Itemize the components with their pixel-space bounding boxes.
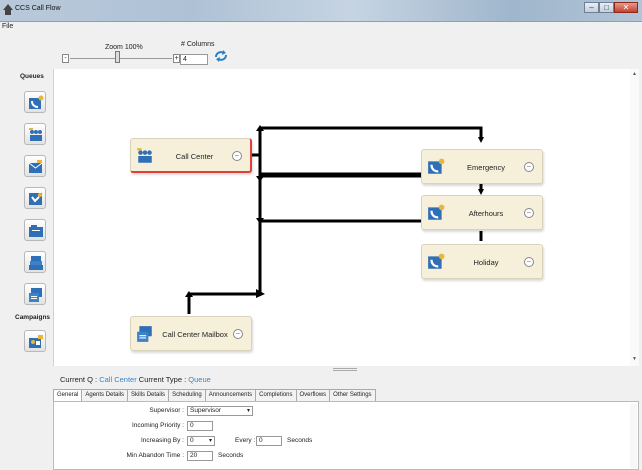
seconds-label-2: Seconds [218, 452, 244, 459]
zoom-out-button[interactable]: - [62, 54, 69, 63]
scroll-up-icon[interactable]: ▲ [632, 71, 637, 77]
toolbar: Zoom 100% - + # Columns 4 [0, 35, 642, 69]
every-label: Every : [235, 437, 256, 444]
close-button[interactable]: ✕ [614, 2, 638, 13]
every-input[interactable]: 0 [256, 436, 282, 446]
increasing-by-row: Increasing By : 0 Every : 0 Seconds [54, 436, 640, 449]
tab-completions[interactable]: Completions [255, 389, 297, 401]
columns-input[interactable]: 4 [180, 54, 208, 65]
tab-agents-details[interactable]: Agents Details [81, 389, 129, 401]
stack-queue-icon [29, 256, 43, 270]
supervisor-row: Supervisor : Supervisor [54, 406, 640, 419]
agents-queue-icon [137, 148, 152, 163]
tab-overflows[interactable]: Overflows [295, 389, 331, 401]
window-title: CCS Call Flow [15, 5, 61, 12]
zoom-label: Zoom 100% [105, 44, 143, 51]
collapse-icon[interactable]: – [232, 151, 242, 161]
panel-splitter[interactable] [53, 366, 639, 371]
queue-tool-callback[interactable] [24, 187, 46, 209]
node-afterhours[interactable]: Afterhours – [421, 195, 543, 230]
app-icon [3, 4, 13, 15]
incoming-priority-label: Incoming Priority : [131, 422, 184, 429]
queue-tool-mail[interactable] [24, 155, 46, 177]
mailbox-queue-icon [29, 288, 42, 302]
maximize-button[interactable]: □ [599, 2, 614, 13]
campaigns-header: Campaigns [15, 314, 51, 321]
node-label: Call Center Mailbox [162, 330, 228, 339]
queue-tool-folder[interactable] [24, 219, 46, 241]
collapse-icon[interactable]: – [524, 257, 534, 267]
title-bar: CCS Call Flow – □ ✕ [0, 0, 642, 22]
canvas-scrollbar[interactable]: ▲ ▼ [630, 69, 639, 366]
phone-queue-icon [428, 253, 445, 269]
queues-header: Queues [20, 73, 44, 80]
tab-other-settings[interactable]: Other Settings [329, 389, 376, 401]
zoom-slider-thumb[interactable] [115, 51, 120, 63]
menu-bar: File [0, 22, 642, 35]
agents-queue-icon [29, 128, 42, 141]
min-abandon-input[interactable]: 20 [187, 451, 213, 461]
tab-skills-details[interactable]: Skills Details [127, 389, 170, 401]
collapse-icon[interactable]: – [524, 162, 534, 172]
increasing-by-label: Increasing By : [141, 437, 184, 444]
campaign-icon [29, 335, 43, 348]
zoom-in-button[interactable]: + [173, 54, 180, 63]
current-type-value: Queue [188, 375, 211, 384]
incoming-priority-row: Incoming Priority : 0 [54, 421, 640, 434]
current-type-label: Current Type : [138, 375, 187, 384]
refresh-icon[interactable] [213, 48, 229, 64]
columns-label: # Columns [181, 41, 215, 48]
current-info: Current Q : Call Center Current Type : Q… [60, 375, 211, 384]
node-emergency[interactable]: Emergency – [421, 149, 543, 184]
zoom-slider-track[interactable] [70, 58, 172, 59]
left-toolbox: Queues Campaigns [15, 69, 53, 366]
general-panel: Supervisor : Supervisor Incoming Priorit… [53, 401, 639, 470]
node-label: Afterhours [468, 209, 504, 218]
collapse-icon[interactable]: – [524, 208, 534, 218]
mailbox-queue-icon [137, 326, 152, 342]
splitter-grip-icon[interactable] [333, 368, 357, 371]
min-abandon-row: Min Abandon Time : 20 Seconds [54, 451, 640, 464]
queue-tool-phone[interactable] [24, 91, 46, 113]
current-q-value: Call Center [99, 375, 137, 384]
collapse-icon[interactable]: – [233, 329, 243, 339]
seconds-label-1: Seconds [287, 437, 313, 444]
phone-queue-icon [428, 204, 445, 220]
supervisor-label: Supervisor : [149, 407, 184, 414]
panel-scrollbar[interactable] [630, 404, 637, 468]
phone-queue-icon [29, 95, 44, 109]
scroll-down-icon[interactable]: ▼ [632, 356, 637, 362]
folder-queue-icon [29, 225, 43, 237]
node-label: Holiday [473, 258, 499, 267]
increasing-by-select[interactable]: 0 [187, 436, 215, 446]
minimize-button[interactable]: – [584, 2, 599, 13]
window-controls: – □ ✕ [584, 2, 638, 13]
supervisor-select[interactable]: Supervisor [187, 406, 253, 416]
flow-canvas[interactable]: Call Center – Emergency – Afterhours – H… [53, 69, 639, 366]
queue-tool-mailbox[interactable] [24, 283, 46, 305]
incoming-priority-input[interactable]: 0 [187, 421, 213, 431]
tab-announcements[interactable]: Announcements [204, 389, 257, 401]
min-abandon-label: Min Abandon Time : [126, 452, 184, 459]
node-label: Call Center [175, 152, 214, 161]
node-call-center[interactable]: Call Center – [130, 138, 252, 173]
node-holiday[interactable]: Holiday – [421, 244, 543, 279]
queue-tool-agents[interactable] [24, 123, 46, 145]
menu-file[interactable]: File [2, 23, 13, 30]
tab-general[interactable]: General [53, 389, 83, 401]
queue-tool-stack[interactable] [24, 251, 46, 273]
settings-tabs: General Agents Details Skills Details Sc… [53, 389, 376, 401]
node-call-center-mailbox[interactable]: Call Center Mailbox – [130, 316, 252, 351]
mail-queue-icon [28, 160, 43, 173]
callback-queue-icon [29, 193, 42, 205]
phone-queue-icon [428, 158, 445, 174]
campaign-tool[interactable] [24, 330, 46, 352]
tab-scheduling[interactable]: Scheduling [168, 389, 206, 401]
node-label: Emergency [467, 163, 505, 172]
current-q-label: Current Q : [60, 375, 98, 384]
